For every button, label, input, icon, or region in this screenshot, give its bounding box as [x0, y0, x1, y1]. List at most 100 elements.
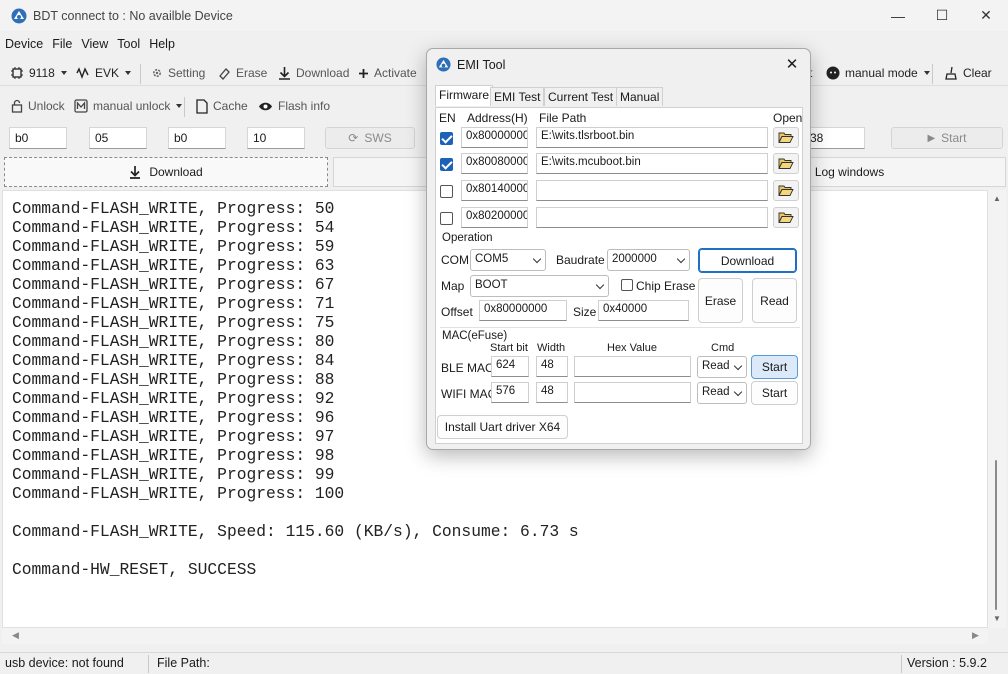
activate-button[interactable]: Activate: [358, 60, 417, 86]
tab-firmware[interactable]: Firmware: [435, 85, 493, 106]
com-select[interactable]: COM5: [470, 249, 546, 271]
size-field[interactable]: 0x40000: [598, 300, 689, 321]
param-field-4[interactable]: 10: [247, 127, 305, 149]
start-button[interactable]: ▶ Start: [891, 127, 1003, 149]
tab-download[interactable]: Download: [4, 157, 328, 187]
wifi-cmd-select[interactable]: Read: [697, 382, 747, 404]
minimize-button[interactable]: —: [876, 0, 920, 31]
erase-button[interactable]: Erase: [218, 60, 267, 86]
baudrate-select[interactable]: 2000000: [607, 249, 690, 271]
map-select[interactable]: BOOT: [470, 275, 609, 297]
emi-erase-button[interactable]: Erase: [698, 278, 743, 323]
chevron-down-icon: [733, 361, 743, 371]
ble-start-button[interactable]: Start: [751, 355, 798, 379]
file-path-field[interactable]: E:\wits.tlsrboot.bin: [536, 127, 768, 148]
tab-hidden[interactable]: [333, 157, 427, 187]
toolbar-separator: [184, 97, 185, 117]
emi-read-button[interactable]: Read: [752, 278, 797, 323]
param-field-1[interactable]: b0: [9, 127, 67, 149]
ble-hex-value-field[interactable]: [574, 356, 691, 377]
wifi-width-field[interactable]: 48: [536, 382, 568, 403]
erase-label: Erase: [236, 66, 268, 80]
col-start-bit: Start bit: [490, 342, 528, 354]
file-path-field[interactable]: [536, 180, 768, 201]
baudrate-value: 2000000: [612, 253, 657, 265]
folder-open-icon: [778, 158, 794, 169]
menu-device[interactable]: Device: [0, 37, 47, 51]
setting-button[interactable]: Setting: [151, 60, 205, 86]
address-field[interactable]: 0x80000000: [461, 127, 528, 148]
baudrate-label: Baudrate: [556, 253, 605, 267]
horizontal-scrollbar[interactable]: ◀ ▶: [2, 628, 988, 644]
param-field-3[interactable]: b0: [168, 127, 226, 149]
open-folder-button[interactable]: [773, 153, 799, 174]
menu-tool[interactable]: Tool: [112, 37, 144, 51]
partial-value-field[interactable]: 38: [805, 127, 865, 149]
open-folder-button[interactable]: [773, 127, 799, 148]
tab-manual[interactable]: Manual: [616, 87, 664, 106]
emi-download-button[interactable]: Download: [698, 248, 797, 273]
vertical-scrollbar[interactable]: ▲ ▼: [988, 190, 1006, 628]
param-field-2[interactable]: 05: [89, 127, 147, 149]
address-field[interactable]: 0x80140000: [461, 180, 528, 201]
emi-close-button[interactable]: ✕: [780, 53, 804, 75]
file-path-field[interactable]: [536, 207, 768, 228]
scroll-thumb[interactable]: [995, 460, 997, 610]
scroll-up-icon[interactable]: ▲: [993, 194, 1001, 203]
enable-checkbox[interactable]: [440, 212, 453, 225]
menu-view[interactable]: View: [76, 37, 112, 51]
unlock-button[interactable]: Unlock: [11, 93, 65, 119]
setting-label: Setting: [168, 66, 206, 80]
chevron-down-icon: [923, 71, 930, 75]
scroll-right-icon[interactable]: ▶: [972, 630, 979, 641]
activate-label: Activate: [374, 66, 417, 80]
enable-checkbox[interactable]: [440, 132, 453, 145]
board-select[interactable]: EVK: [76, 60, 132, 86]
col-width: Width: [537, 342, 566, 354]
enable-checkbox[interactable]: [440, 185, 453, 198]
ble-width-field[interactable]: 48: [536, 356, 568, 377]
scroll-left-icon[interactable]: ◀: [12, 630, 19, 641]
wifi-start-bit-field[interactable]: 576: [491, 382, 529, 403]
offset-field[interactable]: 0x80000000: [479, 300, 567, 321]
col-address: Address(H): [467, 111, 528, 125]
wifi-start-button[interactable]: Start: [751, 381, 798, 405]
mode-select[interactable]: manual mode: [826, 60, 930, 86]
console-line: Command-FLASH_WRITE, Progress: 99: [12, 465, 335, 484]
menu-file[interactable]: File: [47, 37, 76, 51]
wifi-hex-value-field[interactable]: [574, 382, 691, 403]
manual-unlock-label: manual unlock: [93, 99, 171, 113]
install-uart-driver-button[interactable]: Install Uart driver X64: [437, 415, 568, 439]
download-icon: [279, 67, 290, 80]
tab-current-test[interactable]: Current Test: [544, 87, 618, 106]
ble-start-bit-field[interactable]: 624: [491, 356, 529, 377]
window-title: BDT connect to : No availble Device: [33, 8, 233, 23]
sws-button[interactable]: ⟳ SWS: [325, 127, 415, 149]
chip-erase-checkbox[interactable]: [621, 279, 633, 291]
menu-help[interactable]: Help: [144, 37, 179, 51]
enable-checkbox[interactable]: [440, 158, 453, 171]
folder-open-icon: [778, 212, 794, 223]
file-path-field[interactable]: E:\wits.mcuboot.bin: [536, 153, 768, 174]
clear-button[interactable]: Clear: [945, 60, 992, 86]
chip-select[interactable]: 9118: [10, 60, 67, 86]
ble-mac-label: MAC: [467, 361, 494, 375]
cache-label: Cache: [213, 99, 248, 113]
flash-info-button[interactable]: Flash info: [258, 93, 330, 119]
lock-icon: [11, 99, 23, 113]
cache-button[interactable]: Cache: [196, 93, 248, 119]
tab-emi-test[interactable]: EMI Test: [490, 87, 545, 106]
address-field[interactable]: 0x80080000: [461, 153, 528, 174]
gear-icon: [152, 68, 162, 78]
download-button[interactable]: Download: [278, 60, 349, 86]
status-separator: [901, 655, 902, 673]
open-folder-button[interactable]: [773, 207, 799, 228]
open-folder-button[interactable]: [773, 180, 799, 201]
manual-unlock-select[interactable]: manual unlock: [74, 93, 183, 119]
ble-cmd-select[interactable]: Read: [697, 356, 747, 378]
address-field[interactable]: 0x80200000: [461, 207, 528, 228]
scroll-down-icon[interactable]: ▼: [993, 614, 1001, 623]
download-label: Download: [296, 66, 350, 80]
maximize-button[interactable]: ☐: [920, 0, 964, 31]
close-button[interactable]: ✕: [964, 0, 1008, 31]
